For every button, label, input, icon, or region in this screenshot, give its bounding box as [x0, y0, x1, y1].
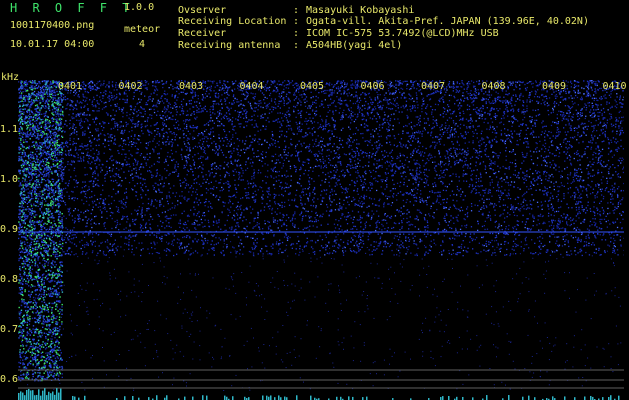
receiver-value: ICOM IC-575 53.7492(@LCD)MHz USB: [306, 29, 499, 39]
antenna-key: Receiving antenna: [178, 41, 280, 51]
y-tick-label: 0.9: [0, 224, 18, 235]
x-tick-label: 0406: [361, 81, 385, 92]
observer-sep: :: [293, 6, 299, 16]
antenna-sep: :: [293, 41, 299, 51]
x-tick-label: 0408: [482, 81, 506, 92]
version-label: 1.0.0: [124, 3, 154, 13]
observer-key: Ovserver: [178, 6, 226, 16]
y-tick-label: 0.8: [0, 274, 18, 285]
x-tick-label: 0405: [300, 81, 324, 92]
spectrogram-plot: [18, 80, 624, 400]
y-tick-label: 0.7: [0, 324, 18, 335]
x-tick-label: 0407: [421, 81, 445, 92]
y-tick-label: 0.6: [0, 374, 18, 385]
antenna-value: A504HB(yagi 4el): [306, 41, 402, 51]
x-tick-label: 0410: [603, 81, 627, 92]
timestamp-label: 10.01.17 04:00: [10, 40, 94, 50]
meteor-label: meteor: [124, 25, 160, 35]
observer-value: Masayuki Kobayashi: [306, 6, 414, 16]
location-sep: :: [293, 17, 299, 27]
location-value: Ogata-vill. Akita-Pref. JAPAN (139.96E, …: [306, 17, 589, 27]
app-title: H R O F F T: [10, 3, 133, 13]
spectrogram-svg: [18, 80, 624, 400]
y-unit-label: kHz: [1, 72, 19, 83]
x-tick-label: 0402: [119, 81, 143, 92]
filename-label: 1001170400.png: [10, 21, 94, 31]
x-tick-label: 0404: [240, 81, 264, 92]
x-tick-label: 0403: [179, 81, 203, 92]
x-tick-label: 0401: [58, 81, 82, 92]
receiver-key: Receiver: [178, 29, 226, 39]
meteor-count: 4: [139, 40, 145, 50]
y-tick-label: 1.0: [0, 174, 18, 185]
location-key: Receiving Location: [178, 17, 286, 27]
receiver-sep: :: [293, 29, 299, 39]
y-tick-label: 1.1: [0, 124, 18, 135]
x-tick-label: 0409: [542, 81, 566, 92]
